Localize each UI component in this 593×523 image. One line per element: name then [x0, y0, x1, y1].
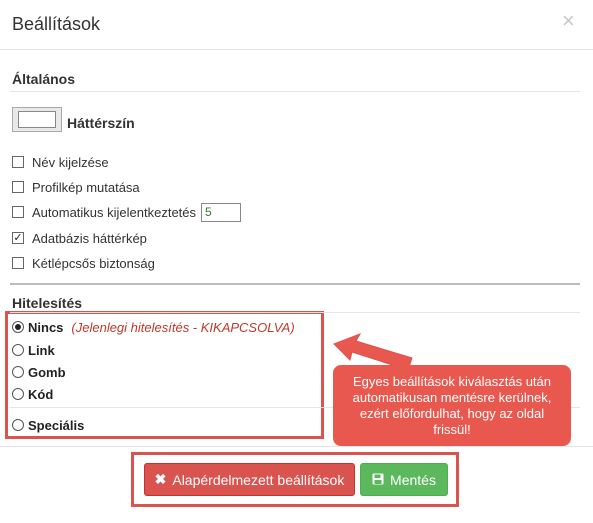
section-title-general: Általános: [12, 71, 76, 87]
divider: [10, 312, 580, 313]
checkbox[interactable]: [12, 156, 24, 168]
option-label: Link: [28, 342, 55, 358]
radio[interactable]: [12, 344, 24, 356]
auth-option-code[interactable]: Kód: [12, 385, 53, 403]
footer-divider: [0, 446, 593, 447]
auto-logout-minutes-input[interactable]: [201, 202, 242, 222]
option-database-background[interactable]: ✓ Adatbázis háttérkép: [12, 229, 147, 247]
option-label: Kód: [28, 386, 54, 402]
floppy-icon: [372, 472, 384, 488]
option-label: Gomb: [28, 364, 66, 380]
option-label: Név kijelzése: [32, 154, 109, 170]
option-label: Profilkép mutatása: [32, 179, 140, 195]
divider: [10, 91, 580, 92]
checkbox-checked[interactable]: ✓: [12, 232, 24, 244]
background-color-label: Háttérszín: [67, 115, 135, 131]
save-button[interactable]: Mentés: [360, 463, 448, 496]
option-two-step-security[interactable]: Kétlépcsős biztonság: [12, 254, 155, 272]
option-label: Kétlépcsős biztonság: [32, 255, 155, 271]
radio-dot: [15, 324, 21, 330]
close-icon[interactable]: ×: [562, 10, 575, 32]
radio-selected[interactable]: [12, 321, 24, 333]
modal-title: Beállítások: [12, 14, 101, 34]
auth-option-special[interactable]: Speciális: [12, 416, 84, 434]
option-label: Adatbázis háttérkép: [32, 230, 147, 246]
option-name-display[interactable]: Név kijelzése: [12, 153, 109, 171]
option-label: Nincs: [28, 319, 64, 335]
option-label: Automatikus kijelentkeztetés: [32, 204, 197, 220]
section-title-auth: Hitelesítés: [12, 295, 83, 311]
current-auth-note: (Jelenlegi hitelesítés - KIKAPCSOLVA): [71, 319, 295, 335]
option-label: Speciális: [28, 417, 85, 433]
divider: [10, 283, 580, 285]
radio[interactable]: [12, 419, 24, 431]
auth-option-none[interactable]: Nincs (Jelenlegi hitelesítés - KIKAPCSOL…: [12, 318, 295, 336]
radio[interactable]: [12, 366, 24, 378]
auth-option-link[interactable]: Link: [12, 341, 55, 359]
checkbox[interactable]: [12, 181, 24, 193]
callout-text: Egyes beállítások kiválasztás után autom…: [352, 373, 552, 437]
reset-defaults-button[interactable]: ✖ Alapérdelmezett beállítások: [144, 463, 355, 496]
option-profile-picture[interactable]: Profilkép mutatása: [12, 178, 140, 196]
times-icon: ✖: [154, 471, 167, 487]
annotation-callout: Egyes beállítások kiválasztás után autom…: [333, 365, 571, 446]
modal-header: Beállítások ×: [0, 0, 593, 50]
radio[interactable]: [12, 388, 24, 400]
save-label: Mentés: [390, 471, 436, 488]
auth-option-button[interactable]: Gomb: [12, 363, 66, 381]
checkbox[interactable]: [12, 206, 24, 218]
checkbox[interactable]: [12, 257, 24, 269]
background-color-picker[interactable]: [12, 107, 62, 132]
reset-defaults-label: Alapérdelmezett beállítások: [172, 471, 345, 488]
option-auto-logout[interactable]: Automatikus kijelentkeztetés: [12, 202, 242, 222]
color-swatch-inner: [18, 111, 56, 128]
